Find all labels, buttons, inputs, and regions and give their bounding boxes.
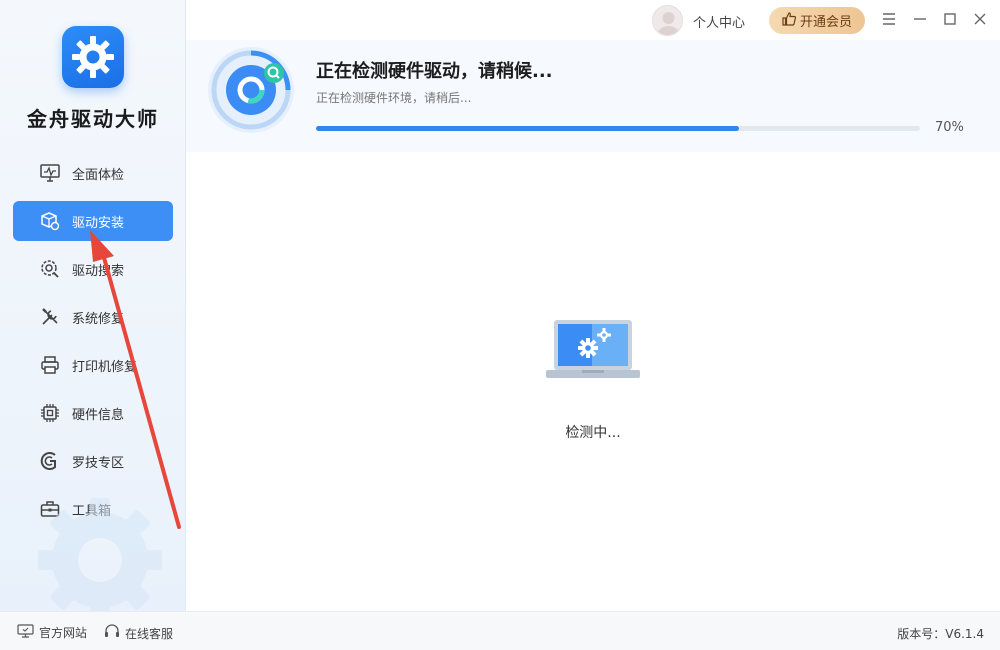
- logitech-icon: [39, 450, 61, 472]
- sidebar-item-label: 硬件信息: [72, 407, 125, 423]
- chip-icon: [39, 402, 61, 424]
- sidebar-item-driver-search[interactable]: 驱动搜索: [13, 249, 173, 289]
- package-gear-icon: [39, 210, 61, 232]
- menu-icon[interactable]: [880, 10, 898, 28]
- sidebar-item-driver-install[interactable]: 驱动安装: [13, 201, 173, 241]
- online-support-link[interactable]: 在线客服: [104, 624, 173, 642]
- scan-progress-panel: 正在检测硬件驱动，请稍候... 正在检测硬件环境，请稍后... 70%: [186, 40, 1000, 152]
- user-center-link[interactable]: 个人中心: [693, 12, 745, 31]
- sidebar-item-full-checkup[interactable]: 全面体检: [13, 153, 173, 193]
- scanning-gear-icon: [208, 47, 294, 133]
- close-icon[interactable]: [971, 10, 989, 28]
- progress-percent: 70%: [935, 120, 964, 135]
- avatar[interactable]: [652, 5, 683, 36]
- thumbs-up-icon: [782, 11, 797, 30]
- progress-bar: [316, 126, 920, 131]
- status-bar: 官方网站 在线客服 版本号：V6.1.4: [0, 611, 1000, 650]
- sidebar-item-label: 驱动搜索: [72, 263, 125, 279]
- sidebar-item-system-repair[interactable]: 系统修复: [13, 297, 173, 337]
- sidebar-item-label: 驱动安装: [72, 215, 125, 231]
- monitor-check-icon: [39, 162, 61, 184]
- detecting-status: 检测中...: [565, 425, 621, 441]
- progress-bar-fill: [316, 126, 739, 131]
- online-support-label: 在线客服: [125, 626, 174, 641]
- vip-label: 开通会员: [799, 15, 852, 30]
- official-website-label: 官方网站: [39, 626, 88, 640]
- headset-icon: [104, 624, 120, 642]
- scan-title: 正在检测硬件驱动，请稍候...: [316, 61, 553, 82]
- laptop-gear-icon: [546, 320, 640, 378]
- main-content: 检测中...: [186, 152, 1000, 611]
- scan-subtitle: 正在检测硬件环境，请稍后...: [316, 91, 472, 105]
- sidebar-item-label: 系统修复: [72, 311, 125, 327]
- sidebar-item-label: 全面体检: [72, 167, 125, 183]
- sidebar-item-label: 打印机修复: [72, 359, 138, 375]
- printer-icon: [39, 354, 61, 376]
- sidebar-item-label: 罗技专区: [72, 455, 125, 471]
- search-gear-icon: [39, 258, 61, 280]
- sidebar-item-printer-repair[interactable]: 打印机修复: [13, 345, 173, 385]
- maximize-icon[interactable]: [941, 10, 959, 28]
- gear-icon: [72, 36, 114, 78]
- title-bar: 个人中心 开通会员: [186, 0, 1000, 40]
- decorative-gear-icon: [38, 498, 162, 611]
- monitor-icon: [17, 624, 34, 641]
- sidebar-item-hardware-info[interactable]: 硬件信息: [13, 393, 173, 433]
- version-label: 版本号：V6.1.4: [897, 627, 984, 641]
- official-website-link[interactable]: 官方网站: [17, 624, 87, 641]
- app-name: 金舟驱动大师: [27, 107, 159, 131]
- sidebar: 金舟驱动大师 全面体检 驱动安装 驱动搜索 系统修复 打印机修复 硬件信息 罗技…: [0, 0, 186, 611]
- sidebar-item-logitech[interactable]: 罗技专区: [13, 441, 173, 481]
- minimize-icon[interactable]: [911, 10, 929, 28]
- wrench-screwdriver-icon: [39, 306, 61, 328]
- app-logo: [62, 26, 124, 88]
- vip-button[interactable]: 开通会员: [769, 7, 865, 34]
